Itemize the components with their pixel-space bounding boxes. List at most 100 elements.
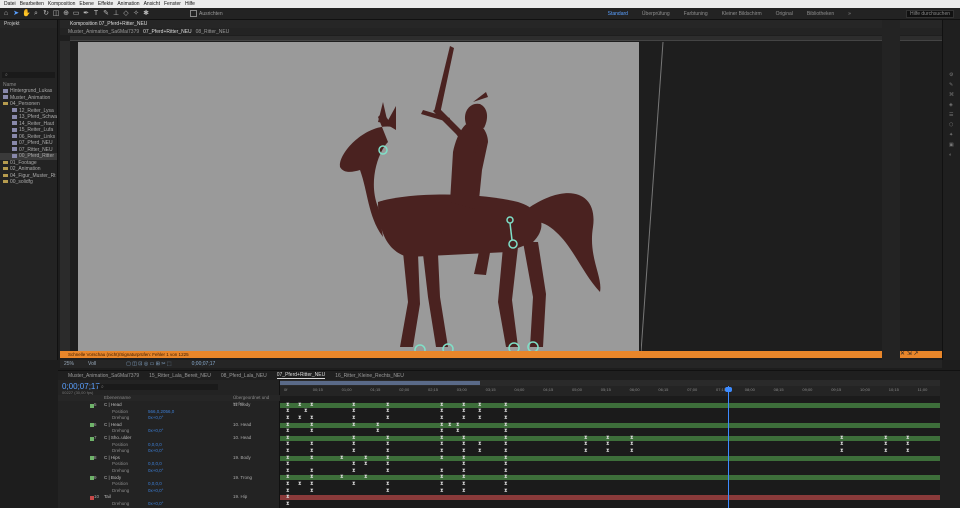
keyframe[interactable]: ⧗ xyxy=(884,435,888,441)
keyframe[interactable]: ⧗ xyxy=(606,442,610,447)
keyframe[interactable]: ⧗ xyxy=(462,468,466,474)
keyframe[interactable]: ⧗ xyxy=(504,442,508,447)
keyframe[interactable]: ⧗ xyxy=(364,475,368,480)
keyframe[interactable]: ⧗ xyxy=(310,422,314,428)
keyframe[interactable]: ⧗ xyxy=(310,488,314,494)
keyframe[interactable]: ⧗ xyxy=(352,468,356,474)
composition-canvas[interactable] xyxy=(78,42,639,352)
stamp-tool-icon[interactable]: ⊥ xyxy=(112,10,120,18)
quality-select[interactable]: Voll xyxy=(88,361,96,367)
layer-property-row[interactable]: 0x+0,0° Drehung xyxy=(58,488,280,495)
keyframe[interactable]: ⧗ xyxy=(584,435,588,441)
keyframe[interactable]: ⧗ xyxy=(440,435,444,441)
keyframe[interactable]: ⧗ xyxy=(352,416,356,421)
keyframe[interactable]: ⧗ xyxy=(386,409,390,414)
rectangle-tool-icon[interactable]: ▭ xyxy=(72,10,80,18)
keyframe[interactable]: ⧗ xyxy=(478,449,482,454)
keyframe[interactable]: ⧗ xyxy=(340,455,344,461)
keyframe[interactable]: ⧗ xyxy=(884,449,888,454)
keyframe[interactable]: ⧗ xyxy=(352,482,356,487)
keyframe[interactable]: ⧗ xyxy=(352,409,356,414)
keyframe[interactable]: ⧗ xyxy=(840,435,844,441)
snap-checkbox[interactable] xyxy=(190,10,197,17)
layer-property-row[interactable]: 0x+0,0° Drehung xyxy=(58,415,280,422)
layer-row[interactable]: 5 11. Body C | Head xyxy=(58,402,280,409)
workspace-color[interactable]: Farbtuning xyxy=(684,11,708,17)
keyframe[interactable]: ⧗ xyxy=(286,442,290,447)
keyframe[interactable]: ⧗ xyxy=(310,449,314,454)
vertical-ruler[interactable] xyxy=(60,41,70,355)
keyframe[interactable]: ⧗ xyxy=(440,475,444,480)
keyframe[interactable]: ⧗ xyxy=(386,462,390,467)
breadcrumb-item[interactable]: 07_Pferd+Ritter_NEU xyxy=(143,29,192,35)
keyframe[interactable]: ⧗ xyxy=(286,409,290,414)
menu-fenster[interactable]: Fenster xyxy=(164,0,181,8)
property-value[interactable]: 566,0,2056,0 xyxy=(148,409,174,416)
keyframe[interactable]: ⧗ xyxy=(286,429,290,434)
layer-duration-bar[interactable] xyxy=(280,475,940,481)
breadcrumb-item[interactable]: Muster_Animation_Sa6Mai7379 xyxy=(68,29,139,35)
pen-tool-icon[interactable]: ✒ xyxy=(82,10,90,18)
keyframe[interactable]: ⧗ xyxy=(440,455,444,461)
keyframe[interactable]: ⧗ xyxy=(386,455,390,461)
layer-property-row[interactable]: 0x+0,0° Drehung xyxy=(58,428,280,435)
viewer-icons[interactable]: ▢ ◫ ⊡ ◎ ▭ ⊞ ✂ ⬚ xyxy=(126,361,172,367)
viewer-timecode[interactable]: 0;00;07;17 xyxy=(192,361,216,367)
menu-bearbeiten[interactable]: Bearbeiten xyxy=(20,0,44,8)
more-workspaces-icon[interactable]: » xyxy=(848,11,851,17)
keyframe[interactable]: ⧗ xyxy=(364,455,368,461)
layer-duration-bar[interactable] xyxy=(280,455,940,461)
keyframe[interactable]: ⧗ xyxy=(584,442,588,447)
layer-property-row[interactable]: 0,0,0,0 Position xyxy=(58,481,280,488)
menu-komposition[interactable]: Komposition xyxy=(48,0,76,8)
keyframe[interactable]: ⧗ xyxy=(462,455,466,461)
breadcrumb-item[interactable]: 08_Ritter_NEU xyxy=(196,29,230,35)
keyframe[interactable]: ⧗ xyxy=(352,449,356,454)
keyframe[interactable]: ⧗ xyxy=(478,416,482,421)
parent-select[interactable]: 11. Body xyxy=(233,402,250,409)
keyframe[interactable]: ⧗ xyxy=(504,429,508,434)
project-search-input[interactable]: ⌕ xyxy=(2,72,55,78)
keyframe[interactable]: ⧗ xyxy=(386,402,390,408)
parent-select[interactable]: 19. Hip xyxy=(233,494,247,501)
layer-duration-bar[interactable] xyxy=(280,495,940,501)
keyframe[interactable]: ⧗ xyxy=(504,482,508,487)
keyframe[interactable]: ⧗ xyxy=(462,442,466,447)
work-area-range[interactable] xyxy=(280,381,480,385)
keyframe[interactable]: ⧗ xyxy=(906,435,910,441)
workspace-original[interactable]: Original xyxy=(776,11,793,17)
eraser-tool-icon[interactable]: ◇ xyxy=(122,10,130,18)
keyframe[interactable]: ⧗ xyxy=(462,462,466,467)
keyframe[interactable]: ⧗ xyxy=(462,416,466,421)
keyframe[interactable]: ⧗ xyxy=(440,442,444,447)
keyframe[interactable]: ⧗ xyxy=(504,402,508,408)
layer-property-row[interactable]: 0x+0,0° Drehung xyxy=(58,448,280,455)
keyframe[interactable]: ⧗ xyxy=(504,475,508,480)
keyframe[interactable]: ⧗ xyxy=(504,435,508,441)
keyframe[interactable]: ⧗ xyxy=(504,455,508,461)
keyframe[interactable]: ⧗ xyxy=(630,442,634,447)
puppet-tool-icon[interactable]: ✱ xyxy=(142,10,150,18)
parent-select[interactable]: 10. Head xyxy=(233,422,251,429)
keyframe[interactable]: ⧗ xyxy=(504,449,508,454)
brush-tool-icon[interactable]: ✎ xyxy=(102,10,110,18)
keyframe[interactable]: ⧗ xyxy=(352,442,356,447)
layer-property-row[interactable]: 0,0,0,0 Position xyxy=(58,461,280,468)
zoom-select[interactable]: 25% xyxy=(64,361,74,367)
property-value[interactable]: 0x+0,0° xyxy=(148,428,163,435)
keyframe[interactable]: ⧗ xyxy=(286,416,290,421)
keyframe[interactable]: ⧗ xyxy=(462,449,466,454)
keyframe[interactable]: ⧗ xyxy=(352,402,356,408)
keyframe[interactable]: ⧗ xyxy=(310,468,314,474)
keyframe[interactable]: ⧗ xyxy=(286,475,290,480)
keyframe[interactable]: ⧗ xyxy=(310,475,314,480)
keyframe[interactable]: ⧗ xyxy=(376,429,380,434)
project-panel-title[interactable]: Projekt xyxy=(0,20,57,28)
keyframe[interactable]: ⧗ xyxy=(310,442,314,447)
keyframe[interactable]: ⧗ xyxy=(286,422,290,428)
layer-property-row[interactable]: 0x+0,0° Drehung xyxy=(58,501,280,508)
keyframe[interactable]: ⧗ xyxy=(386,482,390,487)
keyframe[interactable]: ⧗ xyxy=(286,482,290,487)
layer-property-row[interactable]: 0,0,0,0 Position xyxy=(58,442,280,449)
parent-select[interactable]: 19. Body xyxy=(233,455,251,462)
